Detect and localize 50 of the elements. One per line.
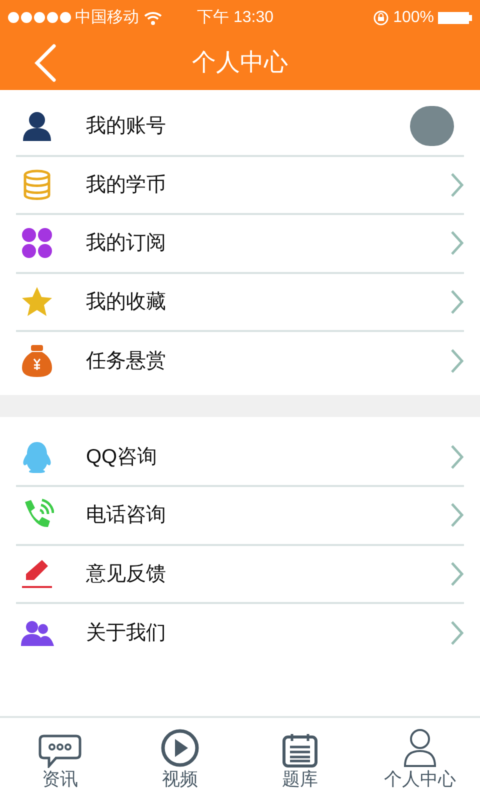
menu-item[interactable]: 我的收藏	[16, 274, 464, 332]
menu-label: 意见反馈	[86, 562, 166, 587]
menu-label: 任务悬赏	[86, 349, 166, 374]
chevron-right-icon	[450, 444, 464, 470]
menu-item[interactable]: 意见反馈	[16, 546, 464, 604]
notepad-icon	[281, 732, 319, 768]
menu-item[interactable]: 我的学币	[16, 156, 464, 215]
menu-label: 我的账号	[86, 114, 166, 140]
battery-percent: 100%	[393, 8, 434, 28]
carrier-name: 中国移动	[75, 8, 139, 28]
chat-bubble-icon	[38, 734, 82, 768]
menu-item[interactable]: 任务悬赏	[16, 332, 464, 390]
money-bag-icon	[20, 344, 54, 378]
tab-bar-item[interactable]: 题库	[240, 724, 360, 790]
person-icon	[20, 109, 54, 144]
chevron-right-icon	[450, 502, 464, 528]
grid-icon	[20, 226, 54, 260]
menu-label: 我的订阅	[86, 231, 166, 256]
menu-label: 电话咨询	[86, 503, 166, 528]
chevron-right-icon	[450, 288, 464, 315]
rotation-lock-icon	[373, 10, 390, 26]
clock-time: 下午 13:30	[197, 8, 274, 28]
menu-item[interactable]: 我的订阅	[16, 215, 464, 274]
menu-item[interactable]: 我的账号	[16, 98, 464, 156]
signal-dots-icon	[8, 12, 71, 23]
menu-label: 我的收藏	[86, 290, 166, 315]
play-icon	[160, 728, 200, 768]
back-icon	[32, 43, 58, 83]
menu-item[interactable]: 关于我们	[16, 604, 464, 662]
back-button[interactable]	[32, 43, 58, 83]
avatar[interactable]	[410, 106, 454, 146]
menu-label: 我的学币	[86, 172, 166, 198]
battery-icon	[438, 10, 472, 24]
menu-item[interactable]: QQ咨询	[16, 428, 464, 487]
tab-bar-item[interactable]: 个人中心	[360, 724, 480, 790]
star-icon	[20, 284, 54, 319]
page-title: 个人中心	[192, 48, 288, 78]
chevron-right-icon	[450, 172, 464, 198]
person-outline-icon	[402, 728, 438, 768]
chevron-right-icon	[450, 230, 464, 256]
chevron-right-icon	[450, 348, 464, 374]
penguin-icon	[20, 440, 54, 474]
tab-bar-item[interactable]: 资讯	[0, 724, 120, 790]
tab-bar-item[interactable]: 视频	[120, 724, 240, 790]
wifi-icon	[143, 10, 163, 26]
menu-item[interactable]: 电话咨询	[16, 487, 464, 546]
menu-label: 关于我们	[86, 621, 166, 646]
chevron-right-icon	[450, 620, 464, 646]
chevron-right-icon	[450, 560, 464, 587]
menu-label: QQ咨询	[86, 444, 158, 470]
